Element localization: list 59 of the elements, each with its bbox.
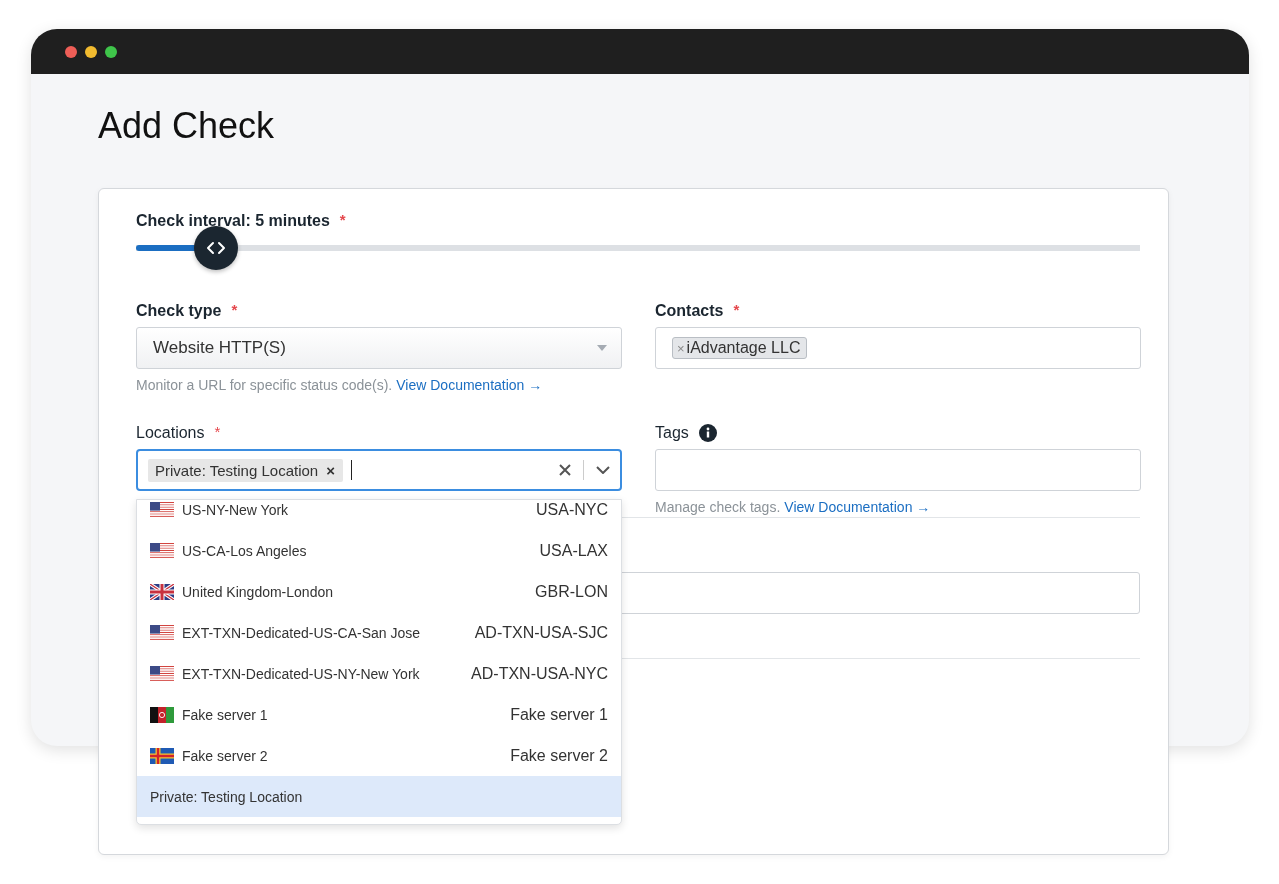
option-name: Private: Testing Location [150, 788, 304, 805]
location-option[interactable]: United Kingdom-London GBR-LON [137, 571, 621, 612]
option-code: AD-TXN-USA-NYC [471, 664, 608, 683]
option-name: United Kingdom-London [182, 583, 334, 600]
location-option[interactable]: US-CA-Los Angeles USA-LAX [137, 530, 621, 571]
option-code: GBR-LON [535, 582, 608, 601]
option-code: USA-NYC [536, 500, 608, 519]
clear-icon[interactable] [559, 464, 571, 476]
chip-label: Private: Testing Location [155, 461, 319, 479]
caret-icon [597, 345, 607, 351]
help-text: Manage check tags. [655, 499, 781, 515]
field-label: Tags [655, 424, 689, 442]
contacts-field[interactable]: ×iAdvantage LLC [655, 327, 1141, 369]
option-name: US-CA-Los Angeles [182, 542, 308, 559]
chevron-down-icon[interactable] [596, 466, 610, 474]
check-type-select[interactable]: Website HTTP(S) [136, 327, 622, 369]
field-label: Check type [136, 302, 222, 320]
tags-field[interactable] [655, 449, 1141, 491]
flag-icon [150, 624, 174, 641]
location-option[interactable]: Private: Testing Location [137, 776, 621, 817]
documentation-link[interactable]: View Documentation → [784, 499, 931, 515]
option-name: EXT-TXN-Dedicated-US-CA-San Jose [182, 624, 422, 641]
close-icon[interactable] [65, 45, 77, 58]
remove-button[interactable]: × [326, 461, 335, 479]
help-text: Monitor a URL for specific status code(s). [136, 377, 393, 393]
option-name: Fake server 1 [182, 706, 269, 723]
option-code: Fake server 2 [510, 746, 608, 765]
required-mark: * [231, 301, 238, 318]
option-code: Fake server 1 [510, 705, 608, 724]
required-mark: * [214, 423, 221, 440]
location-option[interactable]: EXT-TXN-Dedicated-US-CA-San Jose AD-TXN-USA-SJC [137, 612, 621, 653]
field-label: Contacts [655, 302, 724, 320]
flag-icon [150, 583, 174, 600]
info-icon[interactable] [698, 424, 717, 442]
option-name: EXT-TXN-Dedicated-US-NY-New York [182, 665, 421, 682]
documentation-link[interactable]: View Documentation → [396, 377, 543, 393]
option-code: USA-LAX [539, 541, 608, 560]
location-option[interactable]: EXT-TXN-Dedicated-US-NY-New York AD-TXN-USA-NYC [137, 653, 621, 694]
flag-icon [150, 706, 174, 723]
location-option[interactable]: US-NY-New York USA-NYC [137, 500, 621, 530]
option-name: US-NY-New York [182, 501, 290, 518]
flag-icon [150, 542, 174, 559]
field-label: Check interval: 5 minutes [136, 212, 330, 230]
page-title: Add Check [98, 104, 276, 148]
location-option[interactable]: Fake server 2 Fake server 2 [137, 735, 621, 776]
location-option[interactable]: Fake server 1 Fake server 1 [137, 694, 621, 735]
option-name: Fake server 2 [182, 747, 269, 764]
maximize-icon[interactable] [105, 45, 117, 58]
option-code: AD-TXN-USA-SJC [474, 623, 608, 642]
flag-icon [150, 747, 174, 764]
minimize-icon[interactable] [85, 45, 97, 58]
chip-label: iAdvantage LLC [686, 339, 801, 357]
flag-icon [150, 665, 174, 682]
slider-handle[interactable] [194, 226, 239, 270]
locations-field[interactable]: Private: Testing Location × [136, 449, 622, 491]
required-mark: * [733, 301, 740, 318]
required-mark: * [339, 211, 346, 228]
text-cursor [350, 460, 352, 480]
field-label: Locations [136, 424, 205, 442]
